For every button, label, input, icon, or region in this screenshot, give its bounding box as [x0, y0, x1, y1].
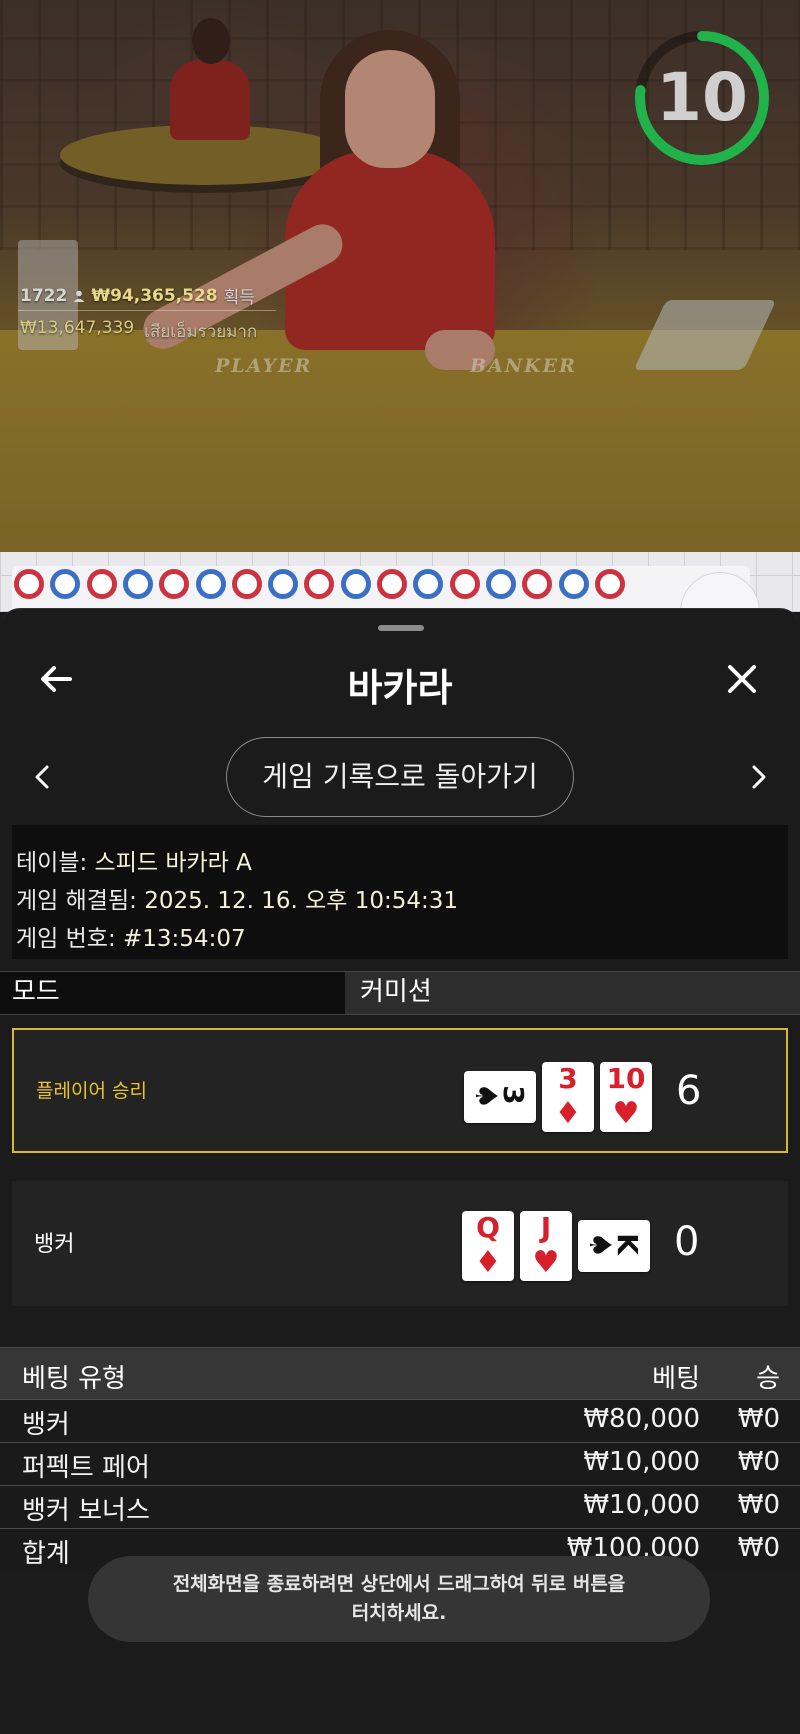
banker-score: 0: [674, 1219, 700, 1265]
countdown-timer: 10: [632, 28, 772, 168]
return-to-history-button[interactable]: 게임 기록으로 돌아가기: [226, 737, 574, 817]
meta-table-value: 스피드 바카라 A: [94, 850, 252, 876]
summary-divider: [18, 310, 276, 311]
card-suit-icon: ♦: [474, 1245, 502, 1280]
losers-summary: ₩13,647,339 เสียเอ็มรวยมาก: [20, 318, 257, 345]
fullscreen-exit-toast: 전체화면을 종료하려면 상단에서 드래그하여 뒤로 버튼을 터치하세요.: [88, 1556, 710, 1642]
player-win-marker: [268, 569, 299, 599]
player-win-marker: [50, 569, 81, 599]
bet-type: 퍼펙트 페어: [22, 1453, 150, 1483]
bet-amount: ₩10,000: [583, 1490, 700, 1520]
meta-game-number-label: 게임 번호:: [16, 926, 116, 952]
player-win-marker: [558, 569, 589, 599]
toast-line-1: 전체화면을 종료하려면 상단에서 드래그하여 뒤로 버튼을: [172, 1573, 626, 1595]
meta-game-number: 게임 번호: #13:54:07: [16, 919, 246, 953]
person-icon: [73, 290, 85, 302]
playing-card: K ♠: [578, 1220, 650, 1272]
player-win-marker: [340, 569, 371, 599]
live-video-feed: PLAYER BANKER 1722 ₩94,365,528 획득 ₩13,64…: [0, 0, 800, 552]
card-rank: Q: [476, 1211, 500, 1244]
game-meta: 테이블: 스피드 바카라 A 게임 해결됨: 2025. 12. 16. 오후 …: [12, 825, 788, 959]
card-rank: 3: [558, 1062, 578, 1095]
meta-table-label: 테이블:: [16, 850, 88, 876]
mode-header: 모드 커미션: [0, 971, 800, 1015]
losers-amount: ₩13,647,339: [20, 318, 135, 338]
timer-value: 10: [656, 59, 748, 136]
playing-card: 10 ♥: [600, 1062, 652, 1132]
banker-win-marker: [522, 569, 553, 599]
player-win-marker: [413, 569, 444, 599]
bets-header-bet: 베팅: [652, 1364, 700, 1394]
bets-header-type: 베팅 유형: [22, 1364, 126, 1394]
player-win-marker: [195, 569, 226, 599]
card-suit-icon: ♠: [582, 1231, 617, 1259]
banker-win-marker: [449, 569, 480, 599]
bead-road-grid: [12, 566, 750, 612]
winners-suffix: 획득: [223, 288, 255, 308]
banker-win-marker: [14, 569, 44, 599]
win-amount: ₩0: [737, 1490, 780, 1520]
next-game-chevron-icon[interactable]: [743, 757, 773, 797]
bet-type: 뱅커 보너스: [22, 1496, 150, 1526]
bets-header-row: 베팅 유형 베팅 승: [0, 1347, 800, 1399]
mode-value: 커미션: [360, 977, 432, 1007]
meta-resolved: 게임 해결됨: 2025. 12. 16. 오후 10:54:31: [16, 881, 458, 915]
sheet-title: 바카라: [347, 666, 453, 710]
card-suit-icon: ♥: [612, 1096, 640, 1131]
table-row: 뱅커 보너스 ₩10,000 ₩0: [0, 1485, 800, 1528]
player-hand: 플레이어 승리 3 ♠ 3 ♦ 10 ♥ 6: [12, 1028, 788, 1153]
table-row: 뱅커 ₩80,000 ₩0: [0, 1399, 800, 1442]
bead-road[interactable]: [0, 552, 800, 612]
banker-win-marker: [304, 569, 335, 599]
playing-card: 3 ♦: [542, 1062, 594, 1132]
bets-header-win: 승: [756, 1364, 780, 1394]
banker-win-marker: [594, 569, 625, 599]
player-win-marker: [122, 569, 153, 599]
banker-win-marker: [377, 569, 407, 599]
banker-win-marker: [86, 569, 117, 599]
winners-summary: 1722 ₩94,365,528 획득: [20, 283, 255, 309]
close-icon[interactable]: [722, 659, 762, 699]
previous-game-chevron-icon[interactable]: [28, 757, 58, 797]
bet-type: 뱅커: [22, 1410, 70, 1440]
meta-resolved-label: 게임 해결됨:: [16, 888, 137, 914]
table-row: 퍼펙트 페어 ₩10,000 ₩0: [0, 1442, 800, 1485]
total-win-amount: ₩0: [737, 1533, 780, 1563]
card-rank: 10: [606, 1062, 646, 1095]
card-suit-icon: ♠: [468, 1082, 503, 1110]
player-win-marker: [485, 569, 516, 599]
meta-game-number-value: #13:54:07: [123, 926, 246, 952]
winners-count: 1722: [20, 285, 68, 306]
bet-amount: ₩10,000: [583, 1447, 700, 1477]
card-rank: J: [540, 1211, 552, 1244]
playing-card: J ♥: [520, 1211, 572, 1281]
bet-amount: ₩80,000: [583, 1404, 700, 1434]
player-result-label: 플레이어 승리: [36, 1080, 147, 1102]
meta-resolved-value: 2025. 12. 16. 오후 10:54:31: [144, 888, 459, 914]
meta-table: 테이블: 스피드 바카라 A: [16, 843, 252, 877]
total-label: 합계: [22, 1539, 70, 1569]
sheet-grabber[interactable]: [378, 625, 424, 631]
banker-win-marker: [159, 569, 190, 599]
player-score: 6: [676, 1068, 702, 1114]
playing-card: 3 ♠: [464, 1071, 536, 1123]
bets-table: 베팅 유형 베팅 승 뱅커 ₩80,000 ₩0 퍼펙트 페어 ₩10,000 …: [0, 1347, 800, 1571]
win-amount: ₩0: [737, 1447, 780, 1477]
banker-hand: 뱅커 Q ♦ J ♥ K ♠ 0: [12, 1181, 788, 1306]
winners-amount: ₩94,365,528: [91, 285, 218, 306]
banker-label: 뱅커: [34, 1232, 75, 1257]
playing-card: Q ♦: [462, 1211, 514, 1281]
card-suit-icon: ♥: [532, 1245, 560, 1280]
mode-label: 모드: [0, 972, 345, 1014]
toast-line-2: 터치하세요.: [351, 1602, 447, 1624]
card-suit-icon: ♦: [554, 1096, 582, 1131]
win-amount: ₩0: [737, 1404, 780, 1434]
losers-suffix: เสียเอ็มรวยมาก: [144, 322, 258, 342]
banker-win-marker: [231, 569, 262, 599]
